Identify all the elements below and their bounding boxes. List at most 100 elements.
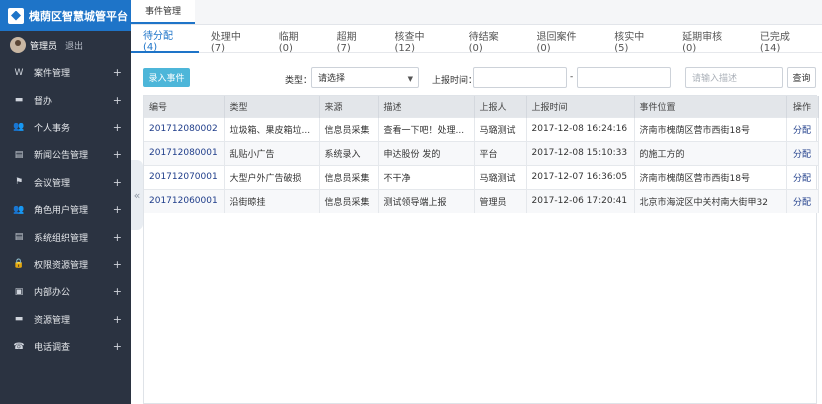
brand-logo-icon bbox=[8, 7, 24, 24]
tab-completed[interactable]: 已完成(14) bbox=[748, 29, 822, 54]
sidebar-item-meeting[interactable]: ⚑ 会议管理 + bbox=[0, 169, 131, 196]
tab-returned[interactable]: 退回案件(0) bbox=[525, 29, 603, 54]
sidebar-item-label: 系统组织管理 bbox=[34, 233, 89, 244]
table-row[interactable]: 201712080002 垃圾箱、果皮箱垃... 信息员采集 查看一下吧！处理.… bbox=[144, 116, 819, 141]
tab-to-close[interactable]: 待结案(0) bbox=[457, 29, 525, 54]
col-header-source[interactable]: 来源 bbox=[319, 96, 379, 117]
cell-id[interactable]: 201712080002 bbox=[144, 116, 225, 141]
cell-description: 不干净 bbox=[378, 164, 475, 189]
search-button[interactable]: 查询 bbox=[787, 67, 816, 88]
col-header-location[interactable]: 事件位置 bbox=[634, 96, 787, 117]
cell-source: 系统录入 bbox=[319, 140, 379, 165]
tab-overdue[interactable]: 超期(7) bbox=[325, 29, 383, 54]
events-table: 编号 类型 来源 描述 上报人 上报时间 事件位置 操作 20171208000… bbox=[143, 95, 819, 404]
sidebar-item-label: 新闻公告管理 bbox=[34, 151, 89, 162]
expand-plus-icon[interactable]: + bbox=[113, 285, 122, 298]
cell-location: 济南市槐荫区营市西街18号 bbox=[634, 116, 787, 141]
date-from-input[interactable] bbox=[473, 67, 567, 88]
org-icon: ▤ bbox=[14, 232, 24, 243]
brand-title: 槐荫区智慧城管平台 bbox=[29, 9, 128, 23]
sidebar-item-office[interactable]: ▣ 内部办公 + bbox=[0, 278, 131, 305]
type-select-value: 请选择 bbox=[318, 74, 346, 84]
expand-plus-icon[interactable]: + bbox=[113, 203, 122, 216]
filter-toolbar: 录入事件 类型： 请选择 ▼ 上报时间： - 请输入描述 查询 bbox=[143, 66, 816, 88]
col-header-type[interactable]: 类型 bbox=[224, 96, 320, 117]
expand-plus-icon[interactable]: + bbox=[113, 258, 122, 271]
cell-description: 申达股份 发的 bbox=[378, 140, 475, 165]
logout-link[interactable]: 退出 bbox=[65, 39, 83, 52]
tab-checking[interactable]: 核查中(12) bbox=[383, 29, 457, 54]
cell-report-time: 2017-12-08 16:24:16 bbox=[526, 116, 635, 141]
sidebar-item-resources[interactable]: ▬ 资源管理 + bbox=[0, 306, 131, 333]
cell-location: 的施工方的 bbox=[634, 140, 787, 165]
sidebar-item-supervise[interactable]: ▬ 督办 + bbox=[0, 86, 131, 113]
sidebar-item-label: 个人事务 bbox=[34, 123, 71, 134]
cell-source: 信息员采集 bbox=[319, 164, 379, 189]
assign-link[interactable]: 分配 bbox=[786, 164, 819, 189]
users-icon: 👥 bbox=[13, 204, 25, 215]
col-header-id[interactable]: 编号 bbox=[144, 96, 225, 117]
table-row[interactable]: 201712070001 大型户外广告破损 信息员采集 不干净 马璐测试 201… bbox=[144, 164, 819, 189]
sidebar-item-personal-affairs[interactable]: 👥 个人事务 + bbox=[0, 114, 131, 141]
page-tabs: 事件管理 bbox=[131, 0, 822, 25]
folder-icon: ▬ bbox=[14, 95, 24, 106]
date-to-input[interactable] bbox=[577, 67, 671, 88]
cell-description: 测试领导端上报 bbox=[378, 188, 475, 213]
expand-plus-icon[interactable]: + bbox=[113, 176, 122, 189]
status-tabs: 待分配(4) 处理中(7) 临期(0) 超期(7) 核查中(12) 待结案(0)… bbox=[131, 29, 822, 54]
cell-id[interactable]: 201712080001 bbox=[144, 140, 225, 165]
cell-id[interactable]: 201712070001 bbox=[144, 164, 225, 189]
user-panel: 管理员 退出 bbox=[0, 31, 131, 59]
assign-link[interactable]: 分配 bbox=[786, 116, 819, 141]
folder-icon: ▬ bbox=[14, 314, 24, 325]
cell-id[interactable]: 201712060001 bbox=[144, 188, 225, 213]
sidebar-item-label: 角色用户管理 bbox=[34, 206, 89, 217]
expand-plus-icon[interactable]: + bbox=[113, 121, 122, 134]
sidebar-item-label: 权限资源管理 bbox=[34, 260, 89, 271]
sidebar-item-label: 内部办公 bbox=[34, 288, 71, 299]
tab-near-due[interactable]: 临期(0) bbox=[267, 29, 325, 54]
expand-plus-icon[interactable]: + bbox=[113, 148, 122, 161]
users-icon: 👥 bbox=[13, 122, 25, 133]
expand-plus-icon[interactable]: + bbox=[113, 231, 122, 244]
type-select[interactable]: 请选择 ▼ bbox=[311, 67, 419, 88]
table-row[interactable]: 201712080001 乱贴小广告 系统录入 申达股份 发的 平台 2017-… bbox=[144, 140, 819, 165]
cell-report-time: 2017-12-06 17:20:41 bbox=[526, 188, 635, 213]
date-separator: - bbox=[570, 72, 574, 82]
add-event-button[interactable]: 录入事件 bbox=[143, 68, 190, 87]
cell-description: 查看一下吧！处理... bbox=[378, 116, 475, 141]
assign-link[interactable]: 分配 bbox=[786, 140, 819, 165]
col-header-report-time[interactable]: 上报时间 bbox=[526, 96, 635, 117]
expand-plus-icon[interactable]: + bbox=[113, 66, 122, 79]
sidebar-item-case-management[interactable]: W 案件管理 + bbox=[0, 59, 131, 86]
description-search-input[interactable]: 请输入描述 bbox=[685, 67, 783, 88]
cell-report-time: 2017-12-07 16:36:05 bbox=[526, 164, 635, 189]
sidebar-item-org[interactable]: ▤ 系统组织管理 + bbox=[0, 223, 131, 250]
col-header-description[interactable]: 描述 bbox=[378, 96, 475, 117]
col-header-reporter[interactable]: 上报人 bbox=[474, 96, 527, 117]
tab-processing[interactable]: 处理中(7) bbox=[199, 29, 267, 54]
assign-link[interactable]: 分配 bbox=[786, 188, 819, 213]
cell-location: 北京市海淀区中关村南大街甲32 bbox=[634, 188, 787, 213]
tab-verifying[interactable]: 核实中(5) bbox=[602, 29, 670, 54]
sidebar-item-news[interactable]: ▤ 新闻公告管理 + bbox=[0, 141, 131, 168]
sidebar-item-permissions[interactable]: 🔒 权限资源管理 + bbox=[0, 251, 131, 278]
tab-pending-assign[interactable]: 待分配(4) bbox=[131, 29, 199, 53]
avatar bbox=[10, 37, 26, 53]
tab-event-management[interactable]: 事件管理 bbox=[131, 0, 196, 24]
table-row[interactable]: 201712060001 沿街晾挂 信息员采集 测试领导端上报 管理员 2017… bbox=[144, 188, 819, 213]
cell-reporter: 平台 bbox=[474, 140, 527, 165]
sidebar-item-roles[interactable]: 👥 角色用户管理 + bbox=[0, 196, 131, 223]
user-name: 管理员 bbox=[30, 41, 58, 52]
expand-plus-icon[interactable]: + bbox=[113, 340, 122, 353]
expand-plus-icon[interactable]: + bbox=[113, 313, 122, 326]
sidebar: 槐荫区智慧城管平台 管理员 退出 W 案件管理 + ▬ 督办 + 👥 个人事务 + ▤ 新闻公… bbox=[0, 0, 131, 404]
expand-plus-icon[interactable]: + bbox=[113, 94, 122, 107]
cell-report-time: 2017-12-08 15:10:33 bbox=[526, 140, 635, 165]
cell-reporter: 马璐测试 bbox=[474, 164, 527, 189]
table-header-row: 编号 类型 来源 描述 上报人 上报时间 事件位置 操作 bbox=[144, 96, 819, 117]
sidebar-item-phone-survey[interactable]: ☎ 电话调查 + bbox=[0, 333, 131, 360]
tab-extension-review[interactable]: 延期审核(0) bbox=[670, 29, 748, 54]
sidebar-item-label: 案件管理 bbox=[34, 69, 71, 80]
sidebar-item-label: 督办 bbox=[34, 96, 53, 107]
